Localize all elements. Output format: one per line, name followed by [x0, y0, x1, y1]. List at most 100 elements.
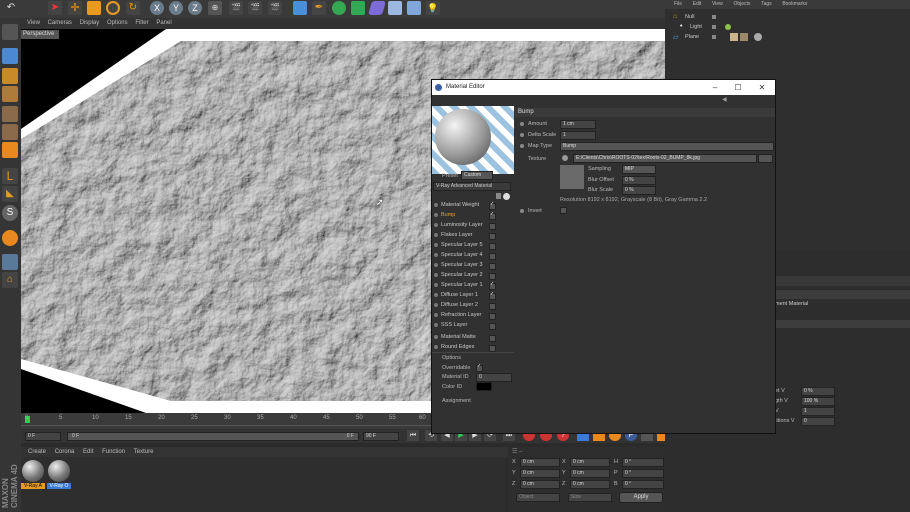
texture-options-icon[interactable] [562, 155, 568, 161]
visibility-icon[interactable] [712, 15, 716, 19]
layer-list-scroll[interactable] [496, 193, 501, 199]
object-menu-file[interactable]: File [674, 0, 682, 9]
layer-row[interactable]: Bump [434, 211, 512, 220]
workplane-lock-icon[interactable] [2, 230, 18, 246]
object-menu-tags[interactable]: Tags [761, 0, 772, 9]
layer-enable-checkbox[interactable] [489, 345, 496, 352]
material-preview[interactable] [432, 106, 514, 174]
object-menu-view[interactable]: View [712, 0, 723, 9]
object-menu-bookmarks[interactable]: Bookmarks [782, 0, 807, 9]
layer-enable-checkbox[interactable] [489, 323, 496, 330]
layer-enable-checkbox[interactable] [489, 223, 496, 230]
nav-back-icon[interactable]: ◀ [722, 96, 727, 103]
viewport-menu-cameras[interactable]: Cameras [48, 18, 72, 29]
light-bulb-icon[interactable]: 💡 [426, 1, 440, 15]
model-mode-icon[interactable] [2, 48, 18, 64]
object-name[interactable]: Null [685, 14, 694, 20]
material-editor-titlebar[interactable]: Material Editor – ☐ ✕ [432, 80, 775, 95]
layer-row[interactable]: SSS Layer [434, 321, 512, 330]
current-frame-field[interactable]: 0 F [25, 432, 61, 441]
layer-enable-checkbox[interactable] [489, 233, 496, 240]
close-icon[interactable]: ✕ [751, 80, 773, 95]
edges-mode-icon[interactable] [2, 124, 18, 140]
object-row[interactable]: ⌂ Null [670, 13, 780, 22]
preset-dropdown[interactable]: Custom [461, 171, 493, 180]
layer-row[interactable]: Specular Layer 2 [434, 271, 512, 280]
layer-enable-checkbox[interactable]: ✓ [489, 211, 496, 220]
subdivision-icon[interactable] [332, 1, 346, 15]
camera-tab[interactable]: Perspective [21, 30, 59, 39]
sampling-dropdown[interactable]: MIP [622, 165, 656, 174]
attribute-field[interactable]: 0 % [801, 387, 835, 396]
recent-tools-icon[interactable]: ↻ [126, 1, 140, 15]
attribute-field[interactable]: 0 [801, 417, 835, 426]
material-menu-function[interactable]: Function [102, 447, 125, 457]
overridable-checkbox[interactable]: ✓ [476, 363, 483, 372]
render-picture-viewer-icon[interactable]: 🎬 [248, 1, 262, 15]
go-to-start-icon[interactable]: ⏮ [407, 430, 419, 441]
texture-browse-button[interactable] [758, 154, 773, 163]
position-x-field[interactable]: 0 cm [520, 458, 560, 467]
material-tag-icon[interactable] [730, 33, 738, 41]
viewport-menu-panel[interactable]: Panel [156, 18, 171, 29]
layer-enable-checkbox[interactable] [489, 303, 496, 310]
layer-row[interactable]: Diffuse Layer 2 [434, 301, 512, 310]
rotation-p-field[interactable]: 0 ° [622, 469, 664, 478]
material-thumbnail[interactable] [48, 460, 70, 482]
color-id-swatch[interactable] [476, 382, 492, 391]
layer-enable-checkbox[interactable] [489, 243, 496, 250]
object-name[interactable]: Light [690, 24, 702, 30]
layer-row[interactable]: Specular Layer 3 [434, 261, 512, 270]
attribute-field[interactable]: 1 [801, 407, 835, 416]
texture-mode-icon[interactable] [2, 68, 18, 84]
viewport-menu-display[interactable]: Display [80, 18, 100, 29]
blur-scale-field[interactable]: 0 % [622, 186, 656, 195]
minimize-icon[interactable]: – [704, 80, 726, 95]
position-z-field[interactable]: 0 cm [520, 480, 560, 489]
size-x-field[interactable]: 0 cm [570, 458, 610, 467]
invert-checkbox[interactable] [560, 207, 567, 214]
rotation-h-field[interactable]: 0 ° [622, 458, 664, 467]
layer-row[interactable]: Specular Layer 1 [434, 281, 512, 290]
workplane-mode-icon[interactable] [2, 86, 18, 102]
visibility-icon[interactable] [712, 35, 716, 39]
material-menu-texture[interactable]: Texture [134, 447, 154, 457]
deformer-icon[interactable] [368, 1, 386, 15]
select-tool-icon[interactable]: ➤ [48, 1, 62, 15]
viewport-menu-filter[interactable]: Filter [135, 18, 148, 29]
attribute-field[interactable]: 100 % [801, 397, 835, 406]
render-settings-icon[interactable]: 🎬 [268, 1, 282, 15]
points-mode-icon[interactable] [2, 106, 18, 122]
material-tag-icon[interactable] [740, 33, 748, 41]
layer-enable-checkbox[interactable] [489, 313, 496, 320]
layer-row[interactable]: Specular Layer 5 [434, 241, 512, 250]
layer-row[interactable]: Specular Layer 4 [434, 251, 512, 260]
layer-enable-checkbox[interactable]: ✓ [489, 281, 496, 290]
object-name[interactable]: Plane [685, 34, 699, 40]
floor-icon[interactable] [388, 1, 402, 15]
move-tool-icon[interactable]: ✛ [68, 1, 82, 15]
texture-path-field[interactable]: E:\Clients\Chris\ROOTS-02\tex\Roots-02_B… [573, 154, 757, 163]
material-label[interactable]: V-Ray A [21, 483, 45, 489]
z-axis-icon[interactable]: Z [188, 1, 202, 15]
render-view-icon[interactable]: 🎬 [229, 1, 243, 15]
scale-tool-icon[interactable] [87, 1, 101, 15]
pen-icon[interactable]: ✒ [312, 1, 326, 15]
material-menu-edit[interactable]: Edit [83, 447, 93, 457]
rotate-tool-icon[interactable] [106, 1, 120, 15]
size-y-field[interactable]: 0 cm [570, 469, 610, 478]
undo-icon[interactable]: ↶ [4, 1, 18, 15]
y-axis-icon[interactable]: Y [169, 1, 183, 15]
layer-enable-checkbox[interactable] [489, 253, 496, 260]
delta-scale-field[interactable]: 1 [560, 131, 596, 140]
texture-thumbnail[interactable] [560, 165, 584, 189]
object-menu-objects[interactable]: Objects [733, 0, 750, 9]
layer-enable-checkbox[interactable]: ✓ [489, 291, 496, 300]
viewport-menu-view[interactable]: View [27, 18, 40, 29]
end-frame-field[interactable]: 90 F [363, 432, 399, 441]
object-row[interactable]: ▱ Plane [670, 33, 780, 42]
layer-row[interactable]: Luminosity Layer [434, 221, 512, 230]
axis-mode-icon[interactable]: L [2, 168, 18, 184]
position-y-field[interactable]: 0 cm [520, 469, 560, 478]
object-row[interactable]: • Light [670, 23, 780, 32]
